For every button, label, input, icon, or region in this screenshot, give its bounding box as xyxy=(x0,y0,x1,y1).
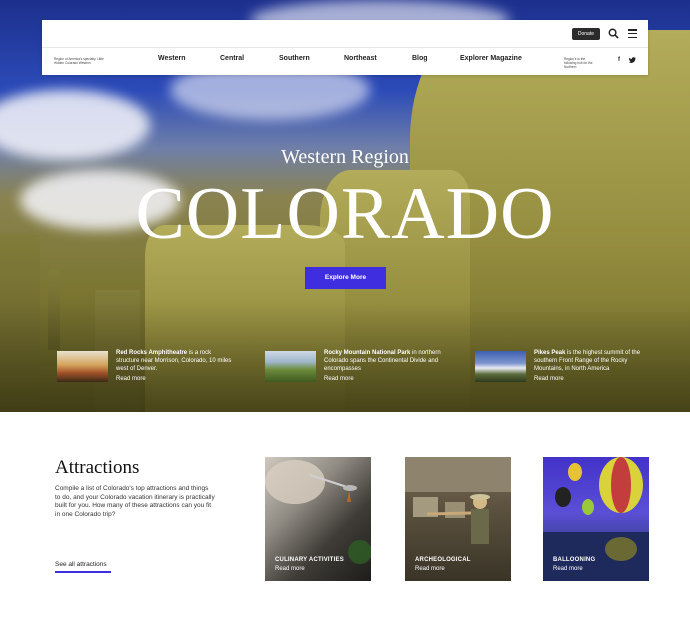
feature-thumbnail-pikes-peak[interactable] xyxy=(475,351,526,382)
see-all-attractions-link[interactable]: See all attractions xyxy=(55,561,107,568)
hero-title: COLORADO xyxy=(135,173,555,255)
feature-title[interactable]: Red Rocks Amphitheatre xyxy=(116,350,187,356)
twitter-icon[interactable] xyxy=(629,57,636,63)
hero-section: Donate Region of America's specialty. Li… xyxy=(0,0,690,412)
explore-more-button[interactable]: Explore More xyxy=(305,267,386,289)
read-more-link[interactable]: Read more xyxy=(116,376,146,382)
search-icon[interactable] xyxy=(608,28,619,39)
card-label: CULINARY ACTIVITIES xyxy=(275,557,344,563)
feature-thumbnail-rocky-mountain[interactable] xyxy=(265,351,316,382)
nav-link-central[interactable]: Central xyxy=(220,55,244,62)
read-more-link[interactable]: Read more xyxy=(275,566,305,572)
feature-title[interactable]: Pikes Peak xyxy=(534,350,565,356)
card-label: BALLOONING xyxy=(553,557,596,563)
feature-item-red-rocks[interactable]: Red Rocks Amphitheatre is a rock structu… xyxy=(57,349,237,389)
card-label: ARCHEOLOGICAL xyxy=(415,557,471,563)
top-navigation: Donate Region of America's specialty. Li… xyxy=(42,20,648,75)
nav-link-explorer-magazine[interactable]: Explorer Magazine xyxy=(460,55,522,62)
feature-item-pikes-peak[interactable]: Pikes Peak is the highest summit of the … xyxy=(475,349,655,389)
nav-utility-bar: Donate xyxy=(42,20,648,48)
attractions-description: Compile a list of Colorado's top attract… xyxy=(55,485,215,518)
nav-link-western[interactable]: Western xyxy=(158,55,186,62)
nav-link-blog[interactable]: Blog xyxy=(412,55,428,62)
facebook-icon[interactable]: f xyxy=(618,57,620,63)
read-more-link[interactable]: Read more xyxy=(415,566,445,572)
menu-icon[interactable] xyxy=(628,29,637,39)
feature-thumbnail-red-rocks[interactable] xyxy=(57,351,108,382)
nav-right-text: Region's to the following hub for the No… xyxy=(564,57,593,69)
read-more-link[interactable]: Read more xyxy=(553,566,583,572)
attraction-card-ballooning[interactable]: BALLOONING Read more xyxy=(543,457,649,581)
feature-item-rocky-mountain[interactable]: Rocky Mountain National Park in northern… xyxy=(265,349,445,389)
read-more-link[interactable]: Read more xyxy=(534,376,564,382)
brand-text[interactable]: Region of America's specialty. Little Hi… xyxy=(54,57,104,65)
attraction-card-archeological[interactable]: ARCHEOLOGICAL Read more xyxy=(405,457,511,581)
donate-button[interactable]: Donate xyxy=(571,28,600,40)
see-all-underline xyxy=(55,571,111,573)
attractions-heading: Attractions xyxy=(55,457,140,478)
read-more-link[interactable]: Read more xyxy=(324,376,354,382)
attraction-card-culinary[interactable]: CULINARY ACTIVITIES Read more xyxy=(265,457,371,581)
feature-title[interactable]: Rocky Mountain National Park xyxy=(324,350,410,356)
nav-link-southern[interactable]: Southern xyxy=(279,55,310,62)
nav-link-northeast[interactable]: Northeast xyxy=(344,55,377,62)
hero-subtitle: Western Region xyxy=(281,146,409,168)
